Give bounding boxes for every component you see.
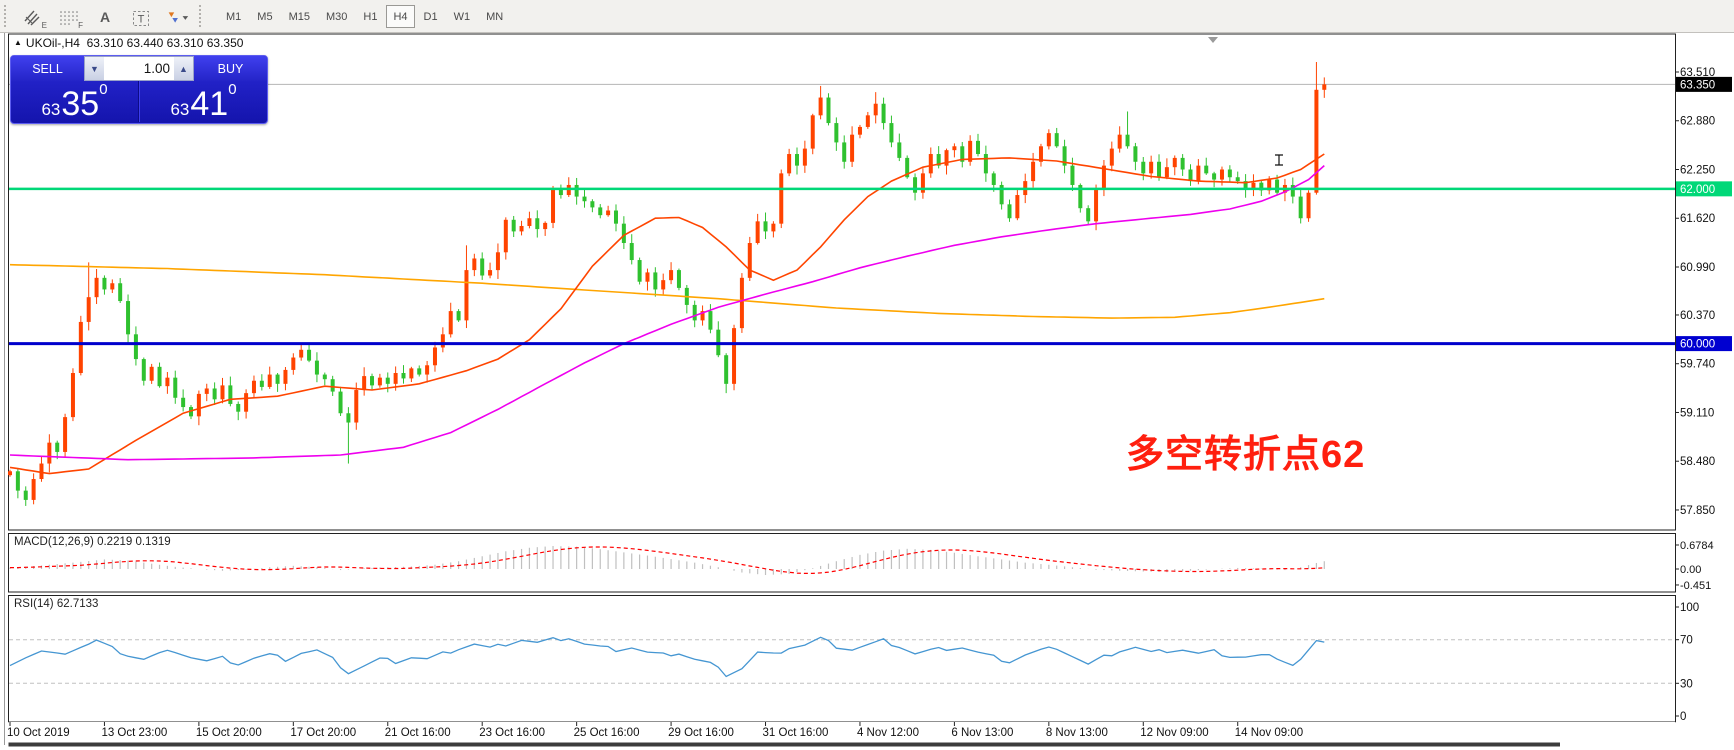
timeframe-button-W1[interactable]: W1 bbox=[447, 5, 478, 28]
svg-text:15 Oct 20:00: 15 Oct 20:00 bbox=[196, 727, 262, 739]
svg-text:59.110: 59.110 bbox=[1680, 407, 1714, 419]
up-triangle-icon: ▲ bbox=[14, 38, 22, 47]
text-box-icon[interactable]: T bbox=[128, 4, 154, 28]
timeframe-button-M30[interactable]: M30 bbox=[319, 5, 354, 28]
one-click-trading-panel: SELL ▼ ▲ BUY 63350 63410 bbox=[10, 55, 268, 124]
toolbar-grip[interactable] bbox=[4, 5, 11, 27]
timeframes-toolbar: M1M5M15M30H1H4D1W1MN bbox=[218, 5, 511, 28]
svg-text:21 Oct 16:00: 21 Oct 16:00 bbox=[385, 727, 451, 739]
svg-text:0: 0 bbox=[1680, 711, 1686, 723]
svg-text:14 Nov 09:00: 14 Nov 09:00 bbox=[1235, 727, 1303, 739]
volume-decrease-button[interactable]: ▼ bbox=[85, 57, 104, 80]
chart-window: 63.51062.88062.25061.62060.99060.37059.7… bbox=[0, 33, 1734, 750]
svg-text:62.880: 62.880 bbox=[1680, 116, 1715, 128]
svg-text:59.740: 59.740 bbox=[1680, 359, 1715, 371]
line-studies-toolbar: E F A T bbox=[0, 0, 1734, 33]
trading-terminal-window: E F A T bbox=[0, 0, 1734, 750]
svg-text:12 Nov 09:00: 12 Nov 09:00 bbox=[1140, 727, 1208, 739]
svg-text:70: 70 bbox=[1680, 635, 1693, 647]
volume-input[interactable] bbox=[104, 57, 174, 80]
timeframe-button-M15[interactable]: M15 bbox=[282, 5, 317, 28]
svg-text:63.350: 63.350 bbox=[1680, 79, 1715, 91]
macd-indicator-label: MACD(12,26,9) 0.2219 0.1319 bbox=[14, 536, 171, 548]
svg-text:13 Oct 23:00: 13 Oct 23:00 bbox=[101, 727, 167, 739]
svg-text:4 Nov 12:00: 4 Nov 12:00 bbox=[857, 727, 919, 739]
chinese-annotation-text: 多空转折点62 bbox=[1126, 423, 1365, 478]
sell-button[interactable]: SELL bbox=[11, 56, 84, 81]
buy-price-display[interactable]: 63410 bbox=[139, 81, 267, 122]
svg-text:58.480: 58.480 bbox=[1680, 456, 1715, 468]
svg-text:61.620: 61.620 bbox=[1680, 213, 1715, 225]
svg-text:60.990: 60.990 bbox=[1680, 262, 1715, 274]
svg-text:6 Nov 13:00: 6 Nov 13:00 bbox=[951, 727, 1013, 739]
timeframe-button-MN[interactable]: MN bbox=[479, 5, 510, 28]
sell-price-display[interactable]: 63350 bbox=[11, 81, 139, 122]
volume-spinner: ▼ ▲ bbox=[84, 56, 194, 81]
svg-text:23 Oct 16:00: 23 Oct 16:00 bbox=[479, 727, 545, 739]
triangle-up-icon: ▲ bbox=[179, 64, 188, 74]
svg-text:30: 30 bbox=[1680, 678, 1693, 690]
svg-text:31 Oct 16:00: 31 Oct 16:00 bbox=[763, 727, 829, 739]
timeframe-button-M5[interactable]: M5 bbox=[250, 5, 279, 28]
symbol-ohlc-title: ▲UKOil-,H4 63.310 63.440 63.310 63.350 bbox=[14, 36, 243, 50]
svg-text:0.6784: 0.6784 bbox=[1680, 540, 1714, 552]
svg-text:25 Oct 16:00: 25 Oct 16:00 bbox=[574, 727, 640, 739]
svg-text:17 Oct 20:00: 17 Oct 20:00 bbox=[290, 727, 356, 739]
svg-text:100: 100 bbox=[1680, 602, 1699, 614]
svg-text:29 Oct 16:00: 29 Oct 16:00 bbox=[668, 727, 734, 739]
arrows-tool-icon[interactable] bbox=[164, 4, 190, 28]
buy-button[interactable]: BUY bbox=[194, 56, 267, 81]
toolbar-group-separator bbox=[199, 5, 206, 27]
timeframe-button-H4[interactable]: H4 bbox=[386, 5, 414, 28]
svg-text:62.000: 62.000 bbox=[1680, 184, 1715, 196]
timeframe-button-H1[interactable]: H1 bbox=[356, 5, 384, 28]
svg-text:T: T bbox=[138, 14, 145, 26]
svg-text:-0.451: -0.451 bbox=[1680, 580, 1711, 592]
svg-text:60.370: 60.370 bbox=[1680, 310, 1715, 322]
equidistant-channel-icon[interactable]: E bbox=[20, 4, 46, 28]
fibonacci-grid-icon[interactable]: F bbox=[56, 4, 82, 28]
svg-text:0.00: 0.00 bbox=[1680, 564, 1701, 576]
timeframe-button-D1[interactable]: D1 bbox=[417, 5, 445, 28]
timeframe-button-M1[interactable]: M1 bbox=[219, 5, 248, 28]
svg-text:57.850: 57.850 bbox=[1680, 505, 1715, 517]
svg-text:8 Nov 13:00: 8 Nov 13:00 bbox=[1046, 727, 1108, 739]
price-chart-canvas[interactable]: 63.51062.88062.25061.62060.99060.37059.7… bbox=[0, 33, 1734, 750]
text-label-icon[interactable]: A bbox=[92, 4, 118, 28]
triangle-down-icon: ▼ bbox=[90, 64, 99, 74]
svg-text:62.250: 62.250 bbox=[1680, 164, 1715, 176]
rsi-indicator-label: RSI(14) 62.7133 bbox=[14, 598, 98, 610]
volume-increase-button[interactable]: ▲ bbox=[174, 57, 193, 80]
svg-text:60.000: 60.000 bbox=[1680, 339, 1715, 351]
svg-text:10 Oct 2019: 10 Oct 2019 bbox=[7, 727, 70, 739]
